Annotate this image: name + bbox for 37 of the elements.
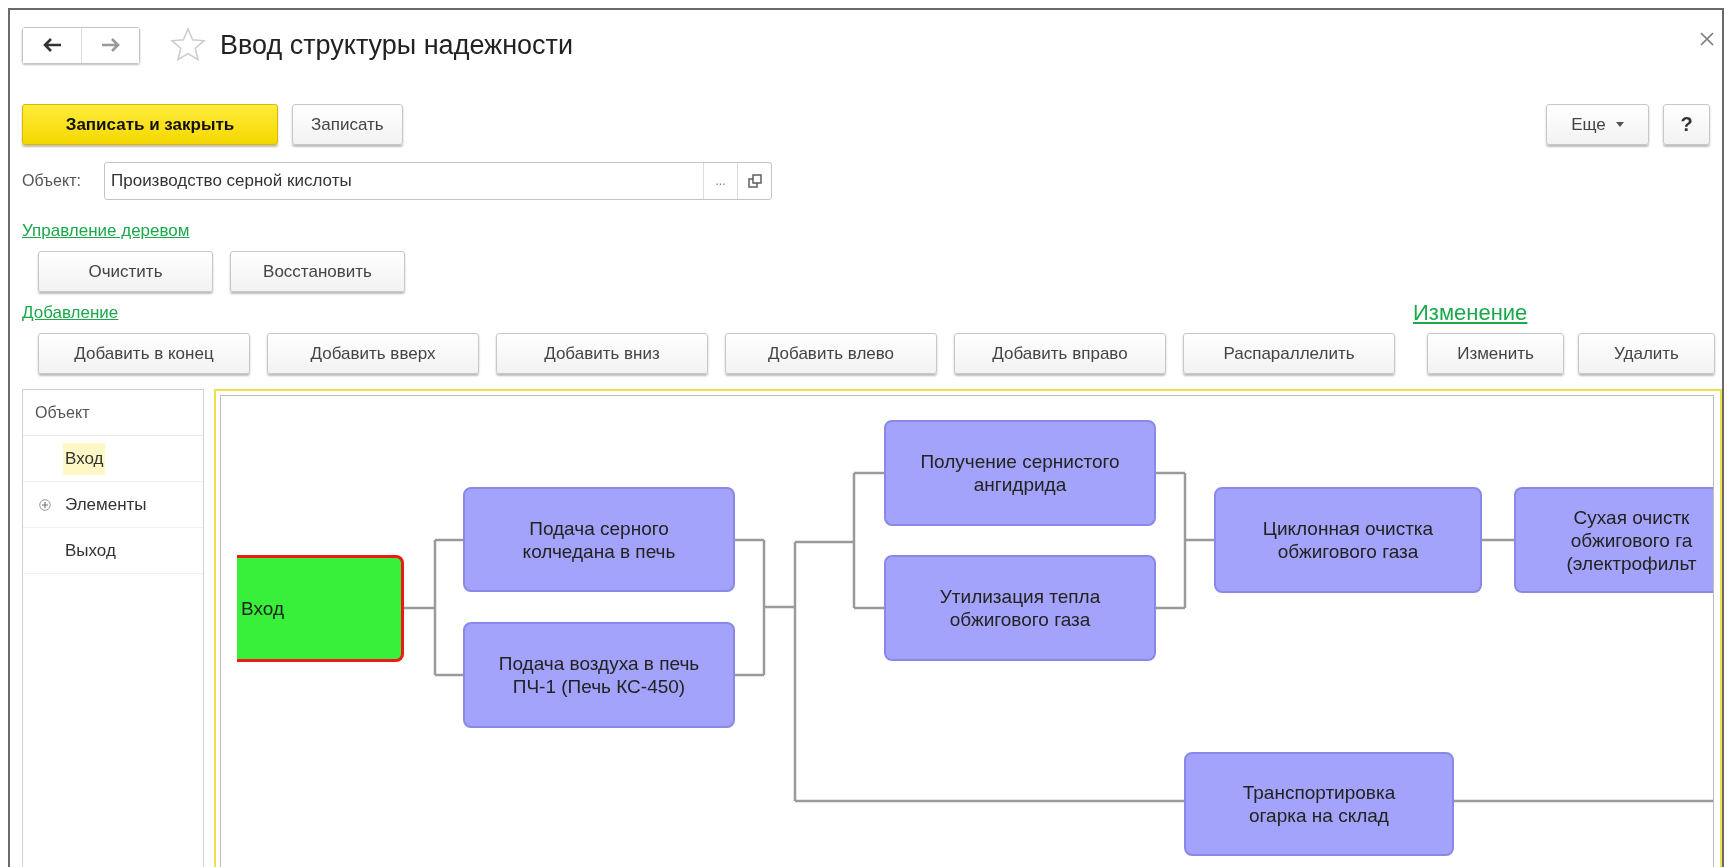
tree-item[interactable]: Выход bbox=[63, 534, 118, 567]
action-button[interactable]: Распараллелить bbox=[1183, 333, 1395, 374]
caret-icon bbox=[1615, 122, 1624, 127]
action-button[interactable]: Добавить вправо bbox=[954, 333, 1166, 374]
process-node: Утилизация тепла обжигового газа bbox=[884, 555, 1156, 661]
action-button[interactable]: Добавить в конец bbox=[38, 333, 250, 374]
action-button[interactable]: Изменить bbox=[1427, 333, 1564, 374]
star-icon[interactable] bbox=[170, 27, 206, 63]
action-button[interactable]: Добавить вверх bbox=[267, 333, 479, 374]
process-node: Подача воздуха в печь ПЧ-1 (Печь КС-450) bbox=[463, 622, 735, 728]
process-node: Транспортировка огарка на склад bbox=[1184, 752, 1454, 856]
expand-icon[interactable] bbox=[39, 498, 51, 511]
save-button[interactable]: Записать bbox=[292, 104, 403, 145]
action-button[interactable]: Добавить влево bbox=[725, 333, 937, 374]
action-button[interactable]: Очистить bbox=[38, 251, 213, 292]
field-label: Объект: bbox=[22, 172, 82, 190]
back-arrow-icon bbox=[42, 38, 62, 52]
process-node: Сухая очистк обжигового га (электрофильт bbox=[1514, 487, 1713, 593]
forward-arrow-icon bbox=[100, 38, 121, 52]
action-button[interactable]: Восстановить bbox=[230, 251, 405, 292]
process-node: Подача серного колчедана в печь bbox=[463, 487, 735, 592]
tree-item[interactable]: Вход bbox=[63, 442, 106, 475]
open-icon bbox=[747, 174, 762, 188]
save-and-close-button[interactable]: Записать и закрыть bbox=[22, 104, 278, 145]
object-field[interactable]: Производство серной кислоты ... bbox=[104, 162, 772, 200]
process-node: Получение сернистого ангидрида bbox=[884, 420, 1156, 526]
action-button[interactable]: Добавить вниз bbox=[496, 333, 708, 374]
connector-line bbox=[1482, 538, 1514, 542]
process-node: Циклонная очистка обжигового газа bbox=[1214, 487, 1482, 593]
input-node: Вход bbox=[237, 555, 404, 662]
back-button[interactable] bbox=[23, 27, 81, 63]
tree-item[interactable]: Элементы bbox=[63, 488, 149, 521]
window-title: Ввод структуры надежности bbox=[220, 29, 574, 61]
more-button[interactable]: Еще bbox=[1546, 104, 1649, 145]
close-icon[interactable] bbox=[1700, 32, 1714, 46]
action-button[interactable]: Удалить bbox=[1578, 333, 1715, 374]
help-button[interactable]: ? bbox=[1663, 104, 1710, 145]
